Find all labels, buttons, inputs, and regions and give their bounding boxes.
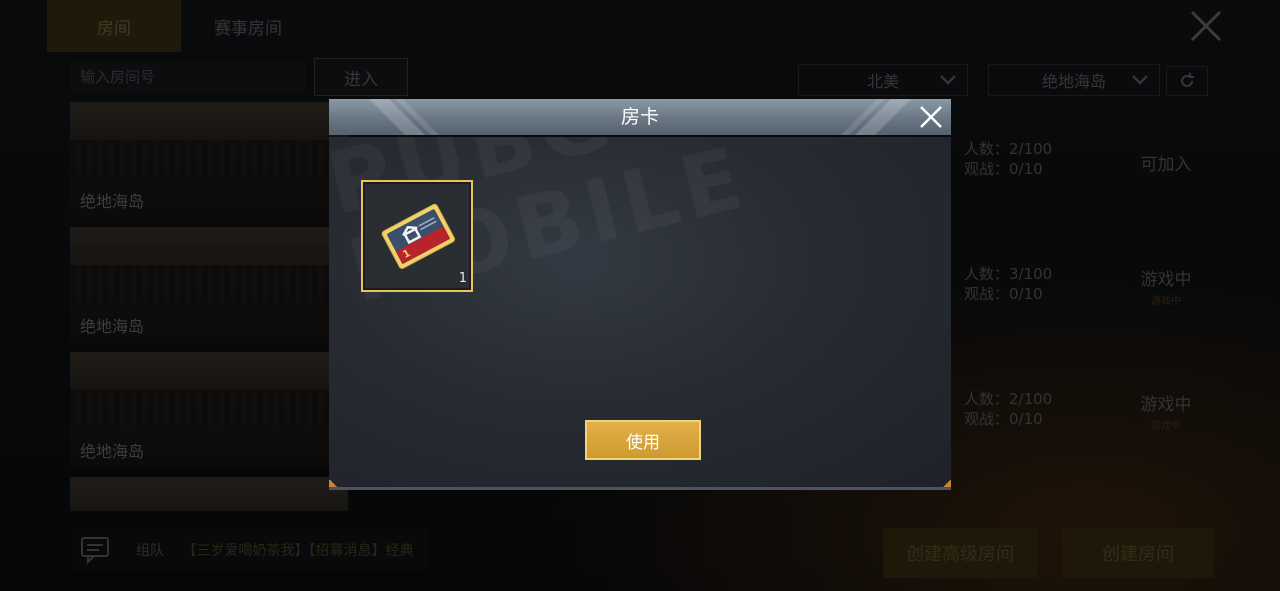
corner-decoration — [329, 480, 339, 487]
room-card-icon: 1 — [381, 203, 456, 269]
room-card-dialog: 房卡 PUBG MOBILE 1 1 使用 — [329, 99, 951, 491]
dialog-title: 房卡 — [620, 106, 659, 128]
dialog-header: 房卡 — [329, 99, 951, 135]
item-count: 1 — [458, 271, 467, 286]
use-button[interactable]: 使用 — [585, 420, 701, 460]
dialog-body: PUBG MOBILE 1 1 使用 — [329, 137, 951, 490]
corner-decoration — [941, 480, 951, 487]
close-icon[interactable] — [919, 105, 943, 129]
room-card-item[interactable]: 1 1 — [361, 180, 473, 292]
